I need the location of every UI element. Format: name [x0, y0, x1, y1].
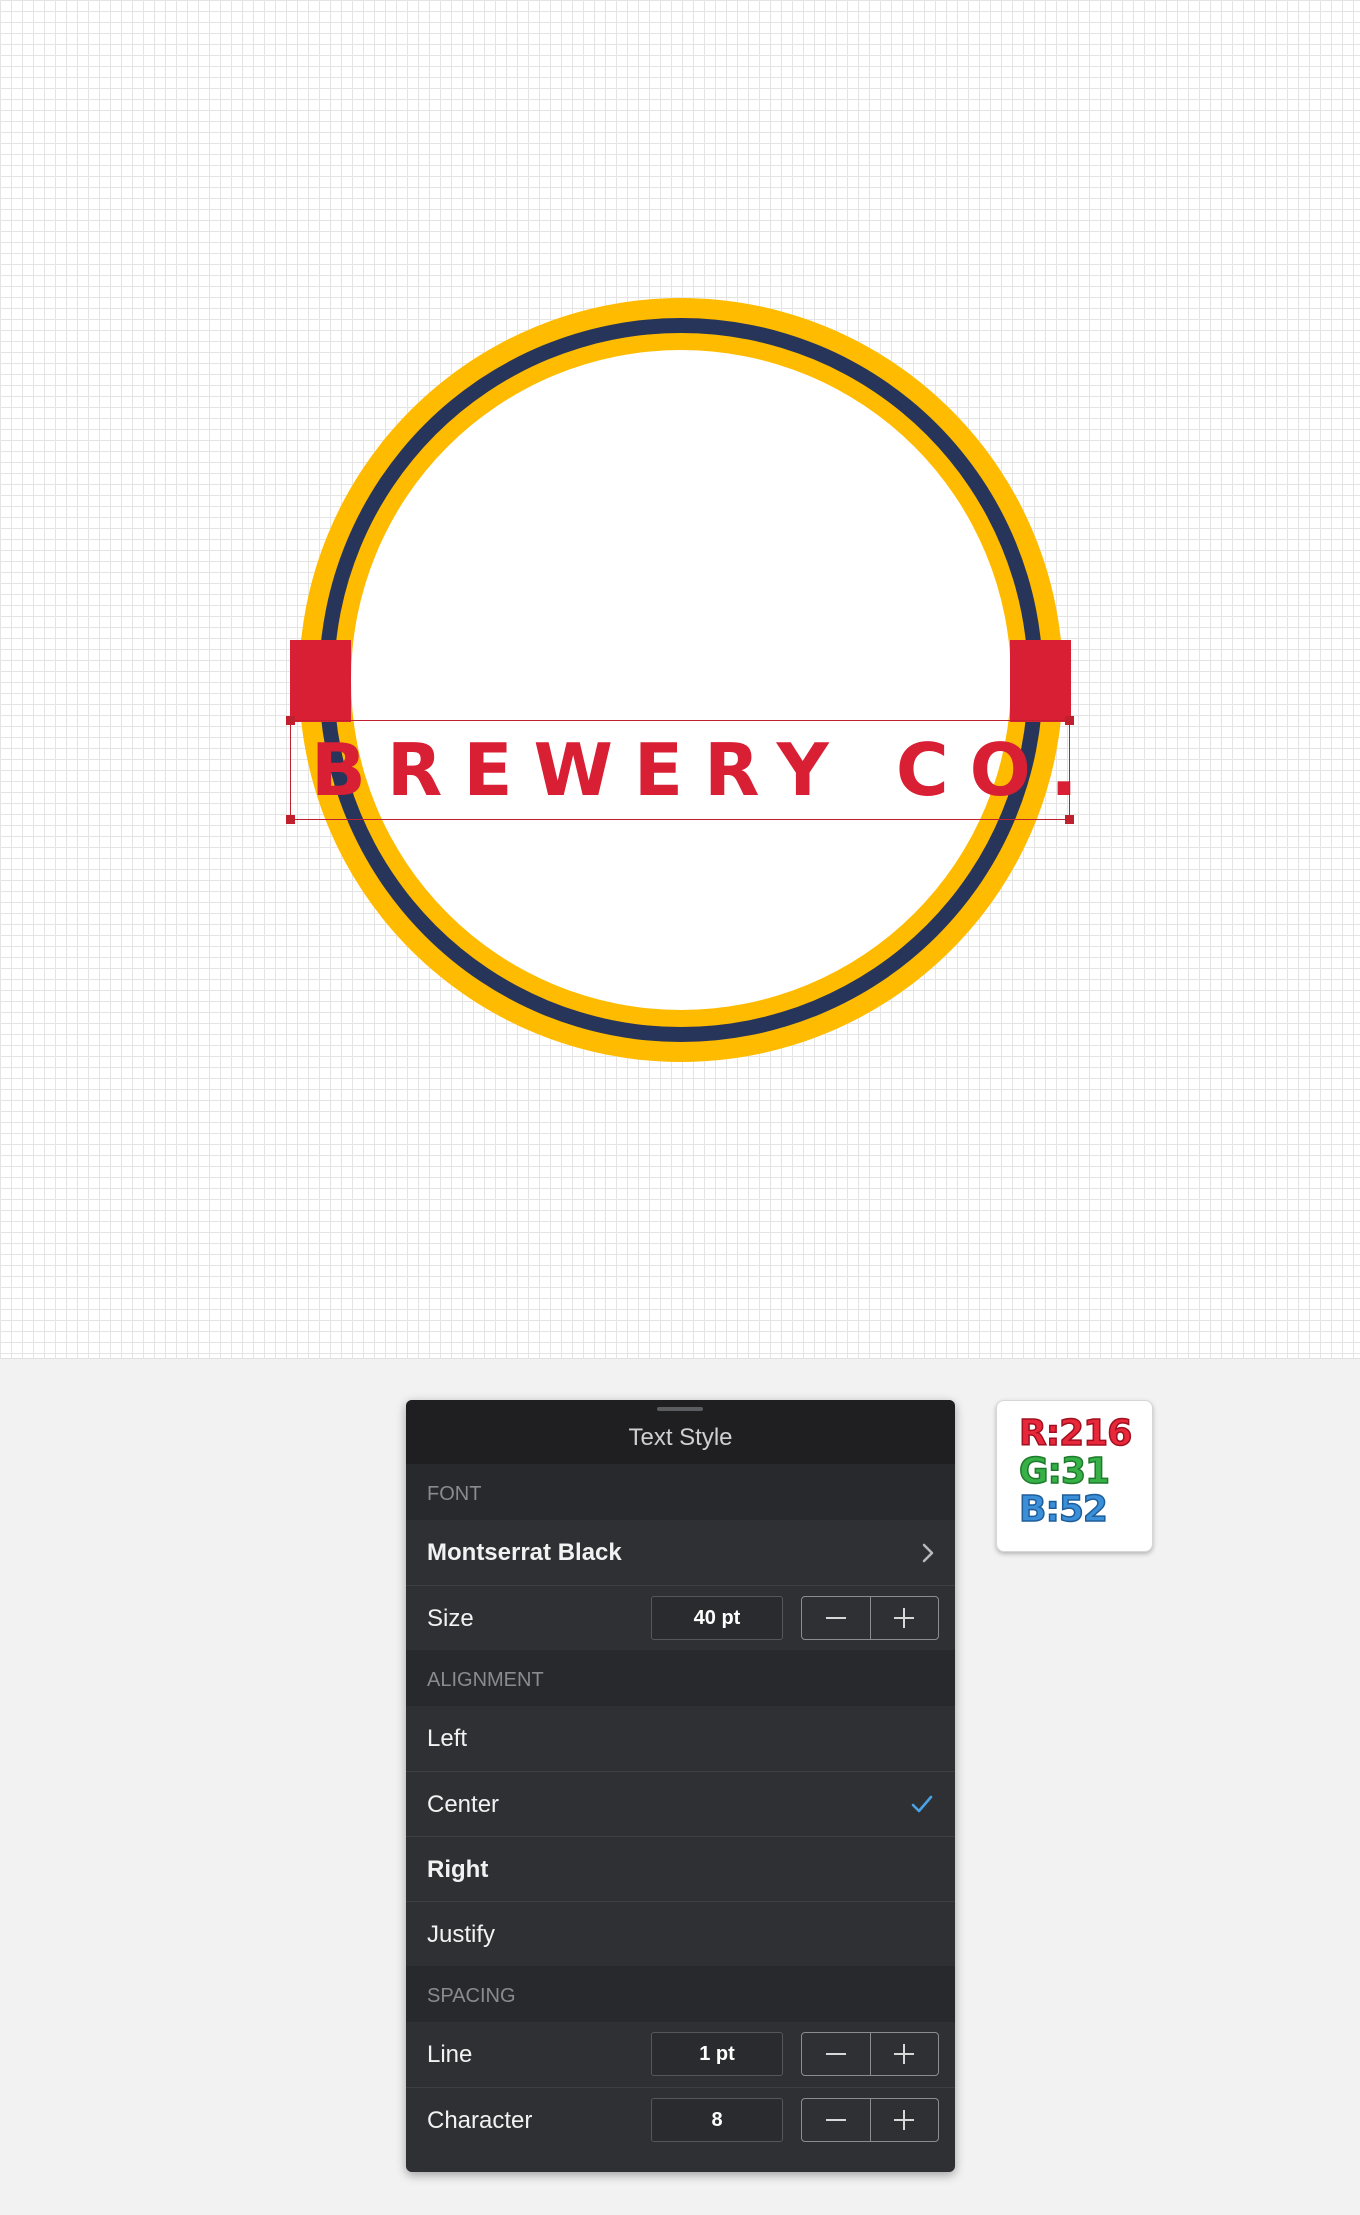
chevron-right-icon: [922, 1543, 934, 1563]
line-spacing-decrease-button[interactable]: [802, 2033, 871, 2075]
plus-icon: [894, 2110, 915, 2130]
font-name: Montserrat Black: [427, 1539, 622, 1566]
panel-grabber-handle[interactable]: [657, 1407, 703, 1411]
size-stepper: [801, 1596, 939, 1640]
selection-handle-top-right[interactable]: [1065, 716, 1074, 725]
minus-icon: [825, 2053, 846, 2055]
badge-right-ribbon-end: [1010, 640, 1071, 722]
panel-header: Text Style: [406, 1400, 955, 1464]
line-spacing-row: Line 1 pt: [406, 2022, 955, 2087]
alignment-option-label: Justify: [427, 1921, 496, 1948]
character-spacing-increase-button[interactable]: [871, 2099, 939, 2141]
design-canvas[interactable]: BREWERY CO.: [0, 0, 1360, 1359]
font-size-row: Size 40 pt: [406, 1585, 955, 1650]
rgb-red-value: R:216: [1018, 1413, 1133, 1454]
size-increase-button[interactable]: [871, 1597, 939, 1639]
alignment-option-label: Right: [427, 1856, 489, 1883]
rgb-green-value: G:31: [1018, 1451, 1111, 1492]
character-spacing-field[interactable]: 8: [651, 2098, 783, 2142]
rgb-color-chip: R:216 G:31 B:52: [996, 1400, 1153, 1552]
rgb-blue-value: B:52: [1018, 1489, 1108, 1530]
selection-handle-bottom-left[interactable]: [286, 815, 295, 824]
badge-white-center: [351, 350, 1011, 1010]
badge-left-ribbon-end: [290, 640, 351, 722]
text-style-panel: Text Style FONT Montserrat Black Size 40…: [406, 1400, 955, 2172]
line-spacing-field[interactable]: 1 pt: [651, 2032, 783, 2076]
badge-artwork: [290, 298, 1071, 1062]
line-spacing-label: Line: [427, 2041, 473, 2068]
alignment-option-right[interactable]: Right: [406, 1836, 955, 1901]
line-spacing-increase-button[interactable]: [871, 2033, 939, 2075]
checkmark-icon: [911, 1795, 933, 1813]
font-picker-row[interactable]: Montserrat Black: [406, 1520, 955, 1585]
alignment-option-label: Left: [427, 1725, 468, 1752]
alignment-option-label: Center: [427, 1791, 500, 1818]
character-spacing-label: Character: [427, 2107, 533, 2134]
panel-title: Text Style: [628, 1424, 733, 1451]
plus-icon: [894, 1608, 915, 1628]
size-decrease-button[interactable]: [802, 1597, 871, 1639]
section-label-font: FONT: [406, 1464, 955, 1520]
character-spacing-row: Character 8: [406, 2087, 955, 2152]
minus-icon: [825, 2119, 846, 2121]
character-spacing-decrease-button[interactable]: [802, 2099, 871, 2141]
section-label-spacing: SPACING: [406, 1966, 955, 2022]
alignment-option-justify[interactable]: Justify: [406, 1901, 955, 1966]
size-field[interactable]: 40 pt: [651, 1596, 783, 1640]
size-label: Size: [427, 1605, 474, 1632]
text-selection-box[interactable]: [286, 716, 1074, 824]
section-label-alignment: ALIGNMENT: [406, 1650, 955, 1706]
line-spacing-stepper: [801, 2032, 939, 2076]
selection-handle-top-left[interactable]: [286, 716, 295, 725]
alignment-option-center[interactable]: Center: [406, 1771, 955, 1836]
selection-handle-bottom-right[interactable]: [1065, 815, 1074, 824]
alignment-option-left[interactable]: Left: [406, 1706, 955, 1771]
character-spacing-stepper: [801, 2098, 939, 2142]
minus-icon: [825, 1617, 846, 1619]
plus-icon: [894, 2044, 915, 2064]
